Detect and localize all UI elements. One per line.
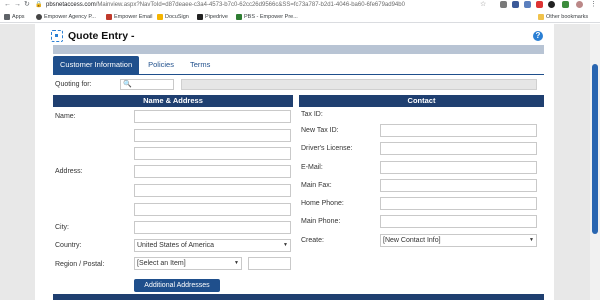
extension-icon[interactable] (536, 1, 543, 8)
home-phone-label: Home Phone: (301, 200, 344, 207)
empower-logo-icon (36, 14, 42, 20)
chevron-down-icon: ▼ (234, 260, 239, 266)
region-select[interactable]: [Select an Item] ▼ (134, 257, 242, 270)
name-field[interactable] (134, 110, 291, 123)
address-field-2[interactable] (134, 165, 291, 178)
browser-address-bar: ← → ↻ 🔒 pbsnetaccess.com/Mainview.aspx?N… (0, 0, 600, 10)
country-value: United States of America (137, 242, 215, 249)
bookmark-label: Apps (12, 14, 25, 20)
bookmark-label: Empower Email (114, 14, 153, 20)
extension-icon[interactable] (562, 1, 569, 8)
bookmark-empower-agency[interactable]: Empower Agency P... (36, 13, 96, 21)
extension-icon[interactable] (512, 1, 519, 8)
bookmark-docusign[interactable]: DocuSign (157, 13, 189, 21)
address-field-4[interactable] (134, 203, 291, 216)
email-label: E-Mail: (301, 164, 323, 171)
region-value: [Select an Item] (137, 260, 186, 267)
bookmark-label: Other bookmarks (546, 14, 589, 20)
tab-terms[interactable]: Terms (183, 56, 217, 74)
country-label: Country: (55, 242, 82, 249)
main-fax-field[interactable] (380, 179, 537, 192)
docusign-icon (157, 14, 163, 20)
apps-grid-icon (4, 14, 10, 20)
chevron-down-icon: ▼ (529, 237, 534, 243)
section-contact: Contact (299, 95, 544, 107)
tax-id-label: Tax ID: (301, 111, 323, 118)
quoting-for-label: Quoting for: (55, 81, 92, 88)
url-field[interactable]: pbsnetaccess.com/Mainview.aspx?NavToId=d… (46, 1, 405, 9)
bookmark-label: DocuSign (165, 14, 189, 20)
forward-icon[interactable]: → (14, 1, 21, 9)
main-fax-label: Main Fax: (301, 182, 332, 189)
tab-customer-information[interactable]: Customer Information (53, 56, 140, 74)
reload-icon[interactable]: ↻ (24, 1, 30, 9)
home-phone-field[interactable] (380, 197, 537, 210)
avatar[interactable] (576, 1, 583, 8)
city-field[interactable] (134, 221, 291, 234)
back-icon[interactable]: ← (4, 1, 11, 9)
bookmark-empower-email[interactable]: Empower Email (106, 13, 153, 21)
country-select[interactable]: United States of America ▼ (134, 239, 291, 252)
main-phone-label: Main Phone: (301, 218, 341, 225)
title-divider (53, 45, 544, 54)
drivers-license-label: Driver's License: (301, 145, 353, 152)
create-value: [New Contact Info] (383, 237, 441, 244)
email-field[interactable] (380, 161, 537, 174)
additional-addresses-button[interactable]: Additional Addresses (134, 279, 220, 292)
region-postal-label: Region / Postal: (55, 261, 105, 268)
extension-icon[interactable] (524, 1, 531, 8)
create-select[interactable]: [New Contact Info] ▼ (380, 234, 537, 247)
tab-divider (53, 74, 544, 75)
title-row: Quote Entry - (51, 27, 135, 45)
extension-icon[interactable] (548, 1, 555, 8)
create-label: Create: (301, 237, 324, 244)
city-label: City: (55, 224, 69, 231)
search-icon[interactable]: 🔍 (123, 80, 132, 89)
bookmarks-bar: Apps Empower Agency P... Empower Email D… (0, 11, 600, 23)
bookmark-other[interactable]: Other bookmarks (538, 13, 588, 21)
scrollbar-thumb[interactable] (592, 64, 598, 234)
postal-field[interactable] (248, 257, 291, 270)
new-tax-id-label: New Tax ID: (301, 127, 339, 134)
extension-icon[interactable] (500, 1, 507, 8)
pbs-icon (236, 14, 242, 20)
name-label: Name: (55, 113, 76, 120)
tab-policies[interactable]: Policies (141, 56, 181, 74)
page-title: Quote Entry - (68, 30, 135, 42)
star-icon[interactable]: ☆ (480, 1, 487, 8)
lock-icon: 🔒 (35, 2, 43, 8)
main-phone-field[interactable] (380, 215, 537, 228)
bookmark-apps[interactable]: Apps (4, 13, 25, 21)
quote-entry-icon (51, 30, 63, 42)
bookmark-label: Empower Agency P... (44, 14, 96, 20)
name-field-2[interactable] (134, 129, 291, 142)
bookmark-pbs-empower[interactable]: PBS - Empower Pre... (236, 13, 298, 21)
bookmark-label: Pipedrive (205, 14, 228, 20)
address-field-1[interactable] (134, 147, 291, 160)
tab-strip: Customer Information Policies Terms (53, 56, 219, 74)
url-host: pbsnetaccess.com (46, 2, 96, 8)
address-label: Address: (55, 168, 83, 175)
next-section-header (53, 294, 544, 300)
section-name-address: Name & Address (53, 95, 293, 107)
pipedrive-icon (197, 14, 203, 20)
new-tax-id-field[interactable] (380, 124, 537, 137)
bookmark-pipedrive[interactable]: Pipedrive (197, 13, 228, 21)
url-path: /Mainview.aspx?NavToId=d87deaee-c3a4-457… (95, 2, 405, 8)
quoting-for-display (181, 79, 537, 90)
email-icon (106, 14, 112, 20)
page-area: Quote Entry - ? Customer Information Pol… (0, 24, 600, 300)
folder-icon (538, 14, 544, 20)
menu-icon[interactable]: ⋮ (590, 1, 597, 9)
help-icon[interactable]: ? (533, 31, 543, 41)
bookmark-label: PBS - Empower Pre... (244, 14, 298, 20)
address-field-3[interactable] (134, 184, 291, 197)
chevron-down-icon: ▼ (283, 242, 288, 248)
drivers-license-field[interactable] (380, 142, 537, 155)
scrollbar[interactable] (590, 24, 600, 300)
quote-entry-panel: Quote Entry - ? Customer Information Pol… (35, 24, 554, 300)
